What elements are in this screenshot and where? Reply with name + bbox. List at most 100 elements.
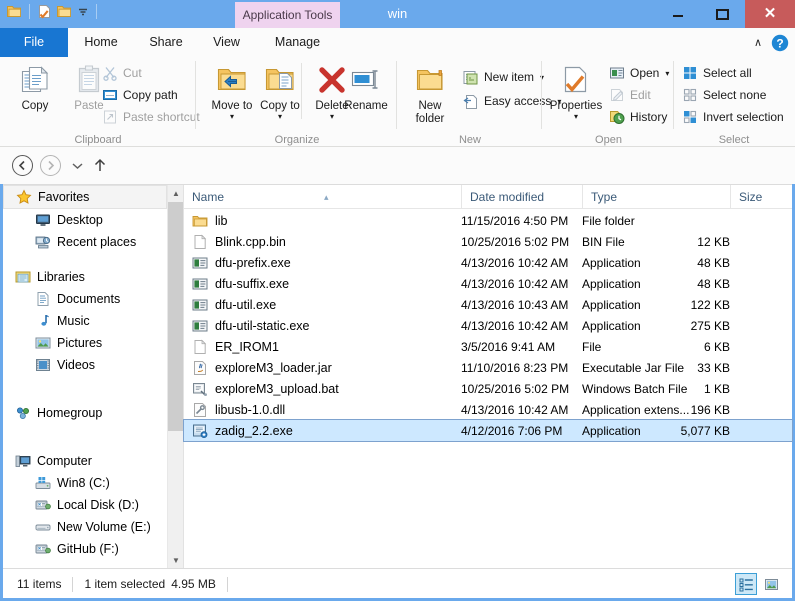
rename-button[interactable]: Rename: [342, 60, 390, 126]
sidebar-item-libraries[interactable]: Libraries: [3, 266, 167, 288]
edit-pencil-icon: [609, 87, 625, 103]
back-button[interactable]: [12, 155, 33, 176]
properties-button[interactable]: Properties ▾: [545, 60, 607, 126]
cut-button[interactable]: Cut: [100, 62, 146, 84]
window-controls: ✕: [655, 0, 795, 28]
chevron-down-icon-7: ▾: [665, 68, 670, 78]
application-exe-icon: [192, 318, 208, 334]
invert-selection-button-label: Invert selection: [703, 110, 784, 124]
sidebar-item-videos[interactable]: Videos: [3, 354, 167, 376]
table-row[interactable]: Blink.cpp.bin 10/25/2016 5:02 PM BIN Fil…: [184, 231, 792, 252]
organize-inner-divider: [301, 63, 302, 119]
navigation-pane-scrollbar[interactable]: ▲ ▼: [167, 185, 184, 569]
sidebar-item-computer[interactable]: Computer: [3, 450, 167, 472]
status-bar-text: 11 items 1 item selected 4.95 MB: [17, 569, 239, 599]
table-row[interactable]: dfu-prefix.exe 4/13/2016 10:42 AM Applic…: [184, 252, 792, 273]
forward-button[interactable]: [40, 155, 61, 176]
column-header-name[interactable]: Name ▴: [184, 185, 461, 209]
cut-button-label: Cut: [123, 66, 142, 80]
scroll-down-arrow-icon[interactable]: ▼: [168, 552, 184, 569]
table-row[interactable]: ER_IROM1 3/5/2016 9:41 AM File 6 KB: [184, 336, 792, 357]
group-divider-3: [541, 61, 542, 129]
selection-info-label: 1 item selected: [84, 577, 166, 591]
collapse-ribbon-chevron-up-icon[interactable]: ∧: [754, 36, 762, 49]
select-none-button[interactable]: Select none: [680, 84, 770, 106]
up-button[interactable]: [90, 155, 110, 176]
ribbon-right-controls: ∧ ?: [727, 28, 789, 57]
table-row[interactable]: exploreM3_upload.bat 10/25/2016 5:02 PM …: [184, 378, 792, 399]
move-to-button[interactable]: Move to ▾: [205, 60, 259, 126]
music-note-icon: [35, 313, 51, 329]
status-divider-1: [72, 576, 74, 592]
file-date-cell: 4/13/2016 10:43 AM: [461, 297, 569, 312]
sidebar-item-homegroup[interactable]: Homegroup: [3, 402, 167, 424]
file-name-cell: exploreM3_loader.jar: [192, 360, 332, 376]
table-row[interactable]: exploreM3_loader.jar 11/10/2016 8:23 PM …: [184, 357, 792, 378]
sidebar-item-github-f[interactable]: GitHub (F:): [3, 538, 167, 560]
column-header-type[interactable]: Type: [582, 185, 730, 209]
libraries-icon: [15, 269, 31, 285]
sidebar-item-desktop[interactable]: Desktop: [3, 209, 167, 231]
sidebar-item-favorites[interactable]: Favorites: [3, 185, 167, 209]
minimize-button[interactable]: [655, 0, 700, 28]
table-row[interactable]: dfu-util.exe 4/13/2016 10:43 AM Applicat…: [184, 294, 792, 315]
tab-home[interactable]: Home: [68, 28, 134, 57]
sidebar-item-pictures[interactable]: Pictures: [3, 332, 167, 354]
file-name-label: exploreM3_upload.bat: [215, 381, 339, 396]
select-all-button-label: Select all: [703, 66, 752, 80]
batch-file-icon: [192, 381, 208, 397]
copy-to-button[interactable]: Copy to ▾: [253, 60, 307, 126]
new-folder-button[interactable]: New folder: [403, 60, 457, 126]
close-button[interactable]: ✕: [745, 0, 795, 28]
scroll-up-arrow-icon[interactable]: ▲: [168, 185, 184, 202]
details-view-button[interactable]: [735, 573, 757, 595]
copy-path-button[interactable]: Copy path: [100, 84, 182, 106]
table-row-selected[interactable]: zadig_2.2.exe 4/12/2016 7:06 PM Applicat…: [183, 419, 793, 442]
file-type-cell: Application: [582, 318, 641, 333]
large-icons-view-button[interactable]: [760, 573, 782, 595]
column-header-date-modified[interactable]: Date modified: [461, 185, 582, 209]
tab-share[interactable]: Share: [134, 28, 198, 57]
tab-view[interactable]: View: [198, 28, 255, 57]
tab-file[interactable]: File: [0, 28, 68, 57]
sidebar-item-win8-c[interactable]: Win8 (C:): [3, 472, 167, 494]
maximize-button[interactable]: [700, 0, 745, 28]
file-date-cell: 4/13/2016 10:42 AM: [461, 255, 569, 270]
copy-button[interactable]: Copy: [8, 60, 62, 126]
sidebar-item-music[interactable]: Music: [3, 310, 167, 332]
file-date-cell: 11/10/2016 8:23 PM: [461, 360, 569, 375]
tab-manage[interactable]: Manage: [255, 28, 340, 57]
plain-drive-icon: [35, 519, 51, 535]
sidebar-item-libraries-label: Libraries: [37, 270, 85, 284]
history-button[interactable]: History: [607, 106, 671, 128]
invert-selection-button[interactable]: Invert selection: [680, 106, 788, 128]
copy-path-button-label: Copy path: [123, 88, 178, 102]
paste-shortcut-button[interactable]: Paste shortcut: [100, 106, 204, 128]
column-header-size[interactable]: Size: [730, 185, 792, 209]
edit-button-label: Edit: [630, 88, 651, 102]
table-row[interactable]: libusb-1.0.dll 4/13/2016 10:42 AM Applic…: [184, 399, 792, 420]
group-divider-4: [673, 61, 674, 129]
help-icon[interactable]: ?: [771, 34, 789, 52]
recent-locations-button[interactable]: [68, 155, 86, 176]
new-item-button[interactable]: New item ▾: [460, 66, 548, 88]
scrollbar-thumb[interactable]: [168, 202, 184, 431]
table-row[interactable]: dfu-util-static.exe 4/13/2016 10:42 AM A…: [184, 315, 792, 336]
select-all-button[interactable]: Select all: [680, 62, 756, 84]
file-name-cell: lib: [192, 213, 228, 229]
contextual-tab-application-tools[interactable]: Application Tools: [235, 2, 340, 28]
sidebar-item-local-disk-d[interactable]: Local Disk (D:): [3, 494, 167, 516]
file-name-cell: dfu-util-static.exe: [192, 318, 309, 334]
table-row[interactable]: lib 11/15/2016 4:50 PM File folder: [184, 210, 792, 231]
chevron-down-icon: ▾: [229, 112, 234, 121]
table-row[interactable]: dfu-suffix.exe 4/13/2016 10:42 AM Applic…: [184, 273, 792, 294]
sidebar-item-recent-places[interactable]: Recent places: [3, 231, 167, 253]
title-bar: win ✕ Application Tools: [0, 0, 795, 28]
sidebar-item-documents[interactable]: Documents: [3, 288, 167, 310]
sidebar-item-computer-label: Computer: [37, 454, 92, 468]
open-button[interactable]: Open ▾: [607, 62, 673, 84]
file-size-cell: 48 KB: [697, 255, 730, 270]
svg-text:?: ?: [776, 36, 783, 50]
edit-button[interactable]: Edit: [607, 84, 655, 106]
sidebar-item-new-volume-e[interactable]: New Volume (E:): [3, 516, 167, 538]
